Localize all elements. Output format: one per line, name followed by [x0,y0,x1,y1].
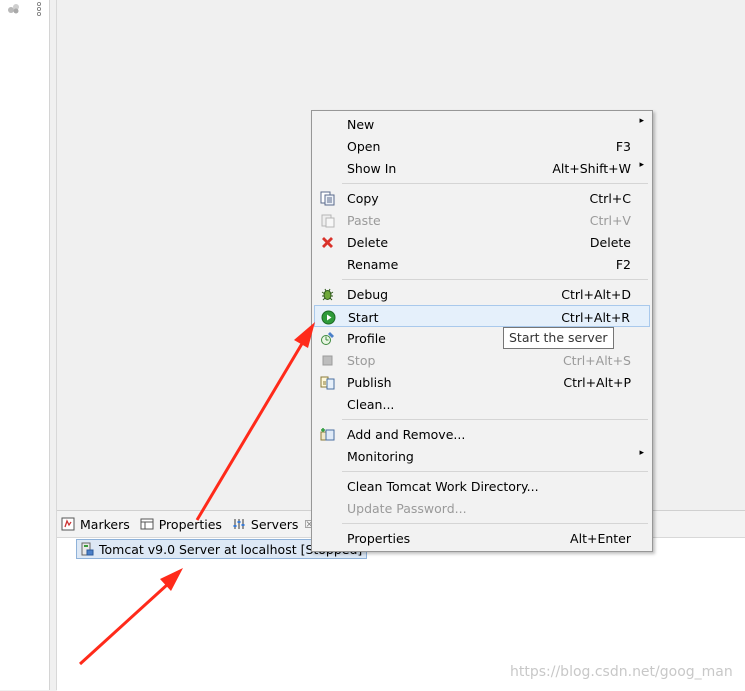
markers-icon [61,517,75,531]
toolbar-shapes-icon[interactable] [7,2,21,14]
submenu-arrow-icon: ▸ [639,116,644,126]
menu-item-shortcut: F3 [615,139,631,154]
tab-markers-label: Markers [80,516,130,532]
menu-separator [342,183,648,184]
menu-separator [342,523,648,524]
menu-item-delete[interactable]: Delete Delete [314,231,650,253]
tab-properties-label: Properties [158,516,222,532]
menu-item-shortcut: Ctrl+Alt+R [561,310,630,325]
menu-item-copy[interactable]: Copy Ctrl+C [314,187,650,209]
menu-item-label: Rename [347,257,399,272]
menu-item-label: New [347,117,375,132]
menu-item-label: Debug [347,287,389,302]
menu-item-shortcut: Ctrl+V [589,213,631,228]
start-tooltip: Start the server [503,327,614,349]
menu-separator [342,279,648,280]
menu-item-shortcut: Delete [589,235,631,250]
delete-icon [322,237,333,248]
add-remove-icon [320,428,335,441]
menu-item-label: Properties [347,531,411,546]
left-side-panel [0,0,50,690]
menu-item-shortcut: Alt+Enter [570,531,631,546]
menu-item-publish[interactable]: Publish Ctrl+Alt+P [314,371,650,393]
tab-markers[interactable]: Markers [57,511,136,537]
menu-item-label: Monitoring [347,449,414,464]
menu-item-label: Publish [347,375,392,390]
menu-item-label: Clean... [347,397,395,412]
menu-item-label: Show In [347,161,397,176]
menu-item-update-password[interactable]: Update Password... [314,497,650,519]
start-play-icon [321,310,336,325]
submenu-arrow-icon: ▸ [639,160,644,170]
menu-item-label: Copy [347,191,379,206]
menu-item-label: Stop [347,353,376,368]
servers-icon [233,519,245,529]
menu-item-rename[interactable]: Rename F2 [314,253,650,275]
stop-icon [322,355,333,366]
menu-item-shortcut: Alt+Shift+W [552,161,631,176]
menu-item-shortcut: Ctrl+Alt+D [561,287,631,302]
menu-item-show-in[interactable]: Show In Alt+Shift+W ▸ [314,157,650,179]
properties-icon [140,518,154,530]
menu-item-label: Clean Tomcat Work Directory... [347,479,539,494]
view-menu-grip-icon[interactable] [36,2,42,16]
menu-item-label: Paste [347,213,381,228]
menu-item-clean[interactable]: Clean... [314,393,650,415]
paste-icon [321,214,335,228]
server-icon [81,542,94,556]
copy-icon [320,191,335,206]
tab-servers-label: Servers [250,516,299,532]
menu-item-new[interactable]: New ▸ [314,113,650,135]
menu-item-label: Profile [347,331,386,346]
menu-item-start[interactable]: Start Ctrl+Alt+R [314,305,650,327]
menu-item-add-remove[interactable]: Add and Remove... [314,423,650,445]
menu-item-shortcut: Ctrl+C [589,191,631,206]
menu-item-stop[interactable]: Stop Ctrl+Alt+S [314,349,650,371]
menu-item-monitoring[interactable]: Monitoring ▸ [314,445,650,467]
menu-item-label: Open [347,139,381,154]
menu-item-paste[interactable]: Paste Ctrl+V [314,209,650,231]
tab-servers[interactable]: Servers ☒ [228,511,320,537]
menu-item-label: Delete [347,235,389,250]
menu-separator [342,471,648,472]
menu-item-shortcut: Ctrl+Alt+S [562,353,631,368]
profile-icon [321,332,334,345]
menu-item-label: Update Password... [347,501,467,516]
debug-bug-icon [321,288,334,301]
menu-item-shortcut: F2 [615,257,631,272]
tab-properties[interactable]: Properties [136,511,228,537]
menu-item-open[interactable]: Open F3 [314,135,650,157]
menu-item-label: Add and Remove... [347,427,466,442]
menu-item-label: Start [348,310,379,325]
submenu-arrow-icon: ▸ [639,448,644,458]
menu-item-shortcut: Ctrl+Alt+P [563,375,631,390]
menu-item-debug[interactable]: Debug Ctrl+Alt+D [314,283,650,305]
menu-item-clean-tomcat[interactable]: Clean Tomcat Work Directory... [314,475,650,497]
publish-icon [320,376,335,390]
menu-item-properties[interactable]: Properties Alt+Enter [314,527,650,549]
watermark-text: https://blog.csdn.net/goog_man [510,664,733,680]
menu-separator [342,419,648,420]
